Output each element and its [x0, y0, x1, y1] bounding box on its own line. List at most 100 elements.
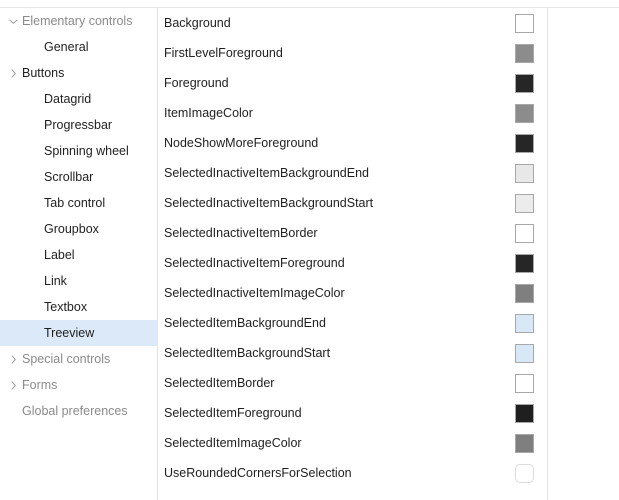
color-swatch[interactable] — [515, 193, 534, 213]
property-row[interactable]: SelectedItemForeground — [158, 398, 547, 428]
property-row[interactable]: SelectedInactiveItemBackgroundStart — [158, 188, 547, 218]
twisty-placeholder — [4, 112, 22, 138]
property-row[interactable]: SelectedInactiveItemForeground — [158, 248, 547, 278]
property-value-cell — [515, 398, 547, 428]
color-swatch[interactable] — [515, 283, 534, 303]
color-swatch[interactable] — [515, 223, 534, 243]
sidebar-item-elementary-controls[interactable]: Elementary controls — [0, 8, 157, 34]
property-name-label: SelectedInactiveItemBorder — [164, 226, 318, 240]
property-row[interactable]: SelectedItemBackgroundStart — [158, 338, 547, 368]
property-row[interactable]: SelectedInactiveItemImageColor — [158, 278, 547, 308]
sidebar-item-scrollbar[interactable]: Scrollbar — [0, 164, 157, 190]
chevron-right-icon[interactable] — [4, 372, 22, 398]
color-swatch[interactable] — [515, 343, 534, 363]
property-row[interactable]: Background — [158, 8, 547, 38]
sidebar-item-progressbar[interactable]: Progressbar — [0, 112, 157, 138]
property-value-cell — [515, 218, 547, 248]
color-swatch[interactable] — [515, 253, 534, 273]
twisty-placeholder — [4, 164, 22, 190]
sidebar-item-general[interactable]: General — [0, 34, 157, 60]
property-name-label: SelectedItemForeground — [164, 406, 302, 420]
property-value-cell — [515, 188, 547, 218]
property-row[interactable]: SelectedItemImageColor — [158, 428, 547, 458]
property-value-cell — [515, 8, 547, 38]
sidebar-item-label: Elementary controls — [22, 14, 133, 28]
color-swatch[interactable] — [515, 133, 534, 153]
property-value-cell — [515, 68, 547, 98]
property-value-cell — [515, 98, 547, 128]
sidebar-item-buttons[interactable]: Buttons — [0, 60, 157, 86]
twisty-placeholder — [4, 216, 22, 242]
chevron-right-icon[interactable] — [4, 60, 22, 86]
property-value-cell — [515, 38, 547, 68]
property-row[interactable]: SelectedItemBackgroundEnd — [158, 308, 547, 338]
sidebar-item-special-controls[interactable]: Special controls — [0, 346, 157, 372]
twisty-placeholder — [4, 320, 22, 346]
property-name-label: NodeShowMoreForeground — [164, 136, 319, 150]
property-name-label: FirstLevelForeground — [164, 46, 283, 60]
sidebar-item-groupbox[interactable]: Groupbox — [0, 216, 157, 242]
property-name-label: SelectedItemImageColor — [164, 436, 302, 450]
property-value-cell — [515, 368, 547, 398]
property-row[interactable]: FirstLevelForeground — [158, 38, 547, 68]
sidebar-item-datagrid[interactable]: Datagrid — [0, 86, 157, 112]
color-swatch[interactable] — [515, 43, 534, 63]
property-name-label: SelectedItemBackgroundEnd — [164, 316, 326, 330]
color-swatch[interactable] — [515, 403, 534, 423]
sidebar-item-label: Treeview — [44, 326, 95, 340]
theme-editor-window: Elementary controls General Buttons Datagri… — [0, 0, 619, 500]
sidebar-item-link[interactable]: Link — [0, 268, 157, 294]
color-swatch[interactable] — [515, 433, 534, 453]
twisty-placeholder — [4, 294, 22, 320]
color-swatch[interactable] — [515, 373, 534, 393]
property-row[interactable]: Foreground — [158, 68, 547, 98]
chevron-right-icon[interactable] — [4, 346, 22, 372]
property-row[interactable]: NodeShowMoreForeground — [158, 128, 547, 158]
color-swatch[interactable] — [515, 313, 534, 333]
property-name-label: SelectedItemBackgroundStart — [164, 346, 331, 360]
color-swatch[interactable] — [515, 73, 534, 93]
sidebar-item-global-preferences[interactable]: Global preferences — [0, 398, 157, 424]
twisty-placeholder — [4, 398, 22, 424]
property-name-label: ItemImageColor — [164, 106, 253, 120]
sidebar-item-label: Forms — [22, 378, 58, 392]
property-value-cell — [515, 248, 547, 278]
sidebar-item-label: Progressbar — [44, 118, 113, 132]
property-row[interactable]: ItemImageColor — [158, 98, 547, 128]
sidebar-item-label: Groupbox — [44, 222, 99, 236]
sidebar-item-treeview[interactable]: Treeview — [0, 320, 157, 346]
sidebar-item-label: Datagrid — [44, 92, 92, 106]
twisty-placeholder — [4, 268, 22, 294]
checkbox-unchecked-icon[interactable] — [515, 463, 534, 483]
sidebar-item-label: Global preferences — [22, 404, 128, 418]
sidebar-item-textbox[interactable]: Textbox — [0, 294, 157, 320]
sidebar-item-tab-control[interactable]: Tab control — [0, 190, 157, 216]
sidebar-item-forms[interactable]: Forms — [0, 372, 157, 398]
twisty-placeholder — [4, 190, 22, 216]
sidebar-item-label: Spinning wheel — [44, 144, 129, 158]
chevron-down-icon[interactable] — [4, 8, 22, 34]
property-value-cell — [515, 308, 547, 338]
property-name-label: UseRoundedCornersForSelection — [164, 466, 352, 480]
property-value-cell — [515, 428, 547, 458]
twisty-placeholder — [4, 242, 22, 268]
sidebar-item-label: Scrollbar — [44, 170, 94, 184]
property-name-label: SelectedInactiveItemBackgroundStart — [164, 196, 374, 210]
color-swatch[interactable] — [515, 13, 534, 33]
sidebar-item-label: General — [44, 40, 89, 54]
twisty-placeholder — [4, 34, 22, 60]
sidebar-item-label[interactable]: Label — [0, 242, 157, 268]
property-value-cell — [515, 158, 547, 188]
color-swatch[interactable] — [515, 103, 534, 123]
property-name-label: SelectedInactiveItemForeground — [164, 256, 345, 270]
property-name-label: Foreground — [164, 76, 229, 90]
sidebar-item-spinning-wheel[interactable]: Spinning wheel — [0, 138, 157, 164]
preview-pane — [548, 8, 619, 500]
property-row[interactable]: SelectedItemBorder — [158, 368, 547, 398]
property-row[interactable]: SelectedInactiveItemBorder — [158, 218, 547, 248]
color-swatch[interactable] — [515, 163, 534, 183]
treeview-properties-list: Background FirstLevelForeground Foreground… — [158, 8, 547, 500]
property-row[interactable]: UseRoundedCornersForSelection — [158, 458, 547, 488]
property-row[interactable]: SelectedInactiveItemBackgroundEnd — [158, 158, 547, 188]
sidebar-item-label: Buttons — [22, 66, 65, 80]
